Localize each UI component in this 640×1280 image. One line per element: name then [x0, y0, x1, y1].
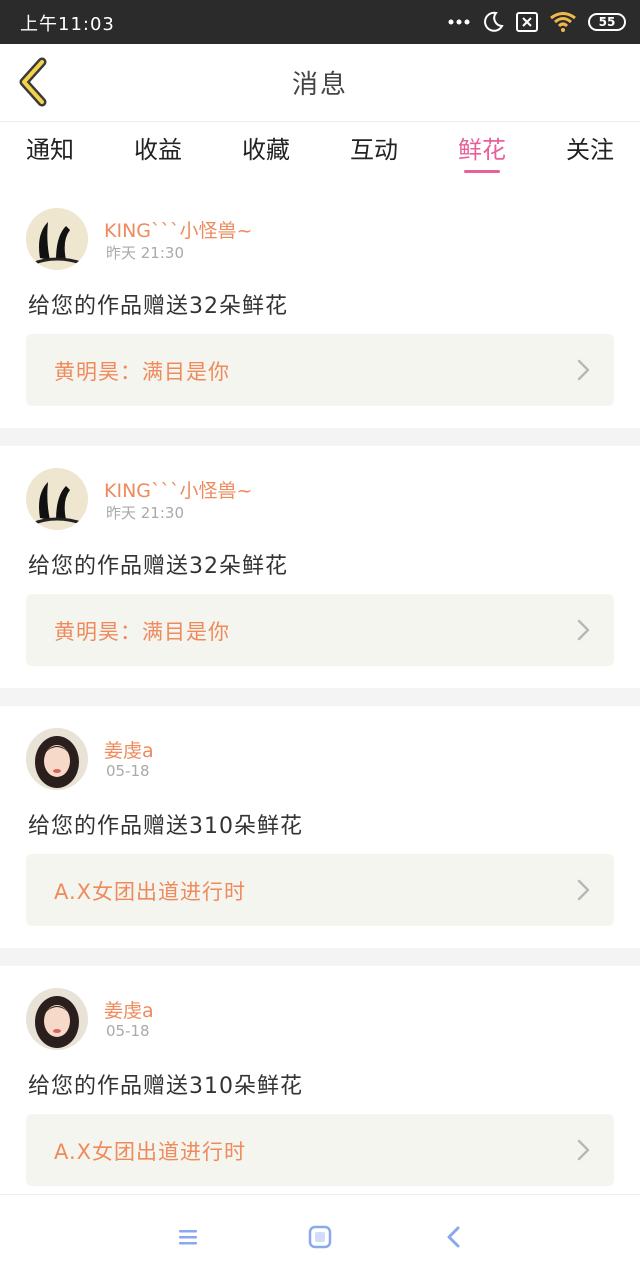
message-time: 昨天 21:30	[106, 504, 184, 522]
avatar[interactable]	[26, 468, 88, 530]
menu-icon[interactable]	[174, 1223, 202, 1251]
back-triangle-icon[interactable]	[440, 1223, 468, 1251]
message-time: 昨天 21:30	[106, 244, 184, 262]
work-link[interactable]: 黄明昊：满目是你	[26, 334, 614, 406]
tab-interactions[interactable]: 互动	[336, 122, 412, 178]
avatar-art-icon	[26, 208, 88, 270]
sim-off-icon	[516, 12, 538, 32]
sender-name[interactable]: 姜虔a	[104, 736, 154, 763]
tab-flowers[interactable]: 鲜花	[444, 122, 520, 178]
avatar-art-icon	[26, 468, 88, 530]
message-card: KING```小怪兽~ 昨天 21:30 给您的作品赠送32朵鲜花 黄明昊：满目…	[0, 446, 640, 688]
avatar[interactable]	[26, 728, 88, 790]
tab-bar: 通知 收益 收藏 互动 鲜花 关注	[0, 122, 640, 178]
message-card: 姜虔a 05-18 给您的作品赠送310朵鲜花 A.X女团出道进行时	[0, 706, 640, 948]
avatar[interactable]	[26, 208, 88, 270]
message-card: KING```小怪兽~ 昨天 21:30 给您的作品赠送32朵鲜花 黄明昊：满目…	[0, 186, 640, 428]
work-link[interactable]: 黄明昊：满目是你	[26, 594, 614, 666]
avatar-photo-icon	[26, 728, 88, 790]
avatar[interactable]	[26, 988, 88, 1050]
work-link[interactable]: A.X女团出道进行时	[26, 1114, 614, 1186]
tab-notifications[interactable]: 通知	[12, 122, 88, 178]
message-list: KING```小怪兽~ 昨天 21:30 给您的作品赠送32朵鲜花 黄明昊：满目…	[0, 186, 640, 1208]
work-title: A.X女团出道进行时	[54, 880, 247, 904]
wifi-icon	[550, 12, 576, 32]
sender-name[interactable]: KING```小怪兽~	[104, 476, 252, 503]
message-text: 给您的作品赠送32朵鲜花	[28, 294, 288, 319]
divider	[0, 428, 640, 446]
page-title: 消息	[291, 70, 348, 100]
status-icons: 55	[448, 10, 626, 34]
battery-icon: 55	[588, 13, 626, 31]
chevron-right-icon	[577, 359, 590, 381]
avatar-photo-icon	[26, 988, 88, 1050]
sender-name[interactable]: KING```小怪兽~	[104, 216, 252, 243]
work-title: A.X女团出道进行时	[54, 1140, 247, 1164]
header: 消息	[0, 44, 640, 122]
work-link[interactable]: A.X女团出道进行时	[26, 854, 614, 926]
chevron-right-icon	[577, 879, 590, 901]
message-text: 给您的作品赠送310朵鲜花	[28, 1074, 303, 1099]
message-card: 姜虔a 05-18 给您的作品赠送310朵鲜花 A.X女团出道进行时	[0, 966, 640, 1208]
message-time: 05-18	[106, 1022, 150, 1040]
more-dots-icon	[448, 19, 470, 25]
work-title: 黄明昊：满目是你	[54, 620, 230, 644]
tab-favorites[interactable]: 收藏	[228, 122, 304, 178]
tab-follows[interactable]: 关注	[552, 122, 628, 178]
home-square-icon[interactable]	[306, 1223, 334, 1251]
status-time: 上午11:03	[20, 14, 115, 35]
system-nav-bar	[0, 1194, 640, 1280]
sender-name[interactable]: 姜虔a	[104, 996, 154, 1023]
divider	[0, 688, 640, 706]
status-bar: 上午11:03 55	[0, 0, 640, 44]
moon-icon	[484, 11, 504, 32]
work-title: 黄明昊：满目是你	[54, 360, 230, 384]
divider	[0, 948, 640, 966]
chevron-right-icon	[577, 1139, 590, 1161]
message-time: 05-18	[106, 762, 150, 780]
message-text: 给您的作品赠送310朵鲜花	[28, 814, 303, 839]
tab-earnings[interactable]: 收益	[120, 122, 196, 178]
chevron-right-icon	[577, 619, 590, 641]
message-text: 给您的作品赠送32朵鲜花	[28, 554, 288, 579]
